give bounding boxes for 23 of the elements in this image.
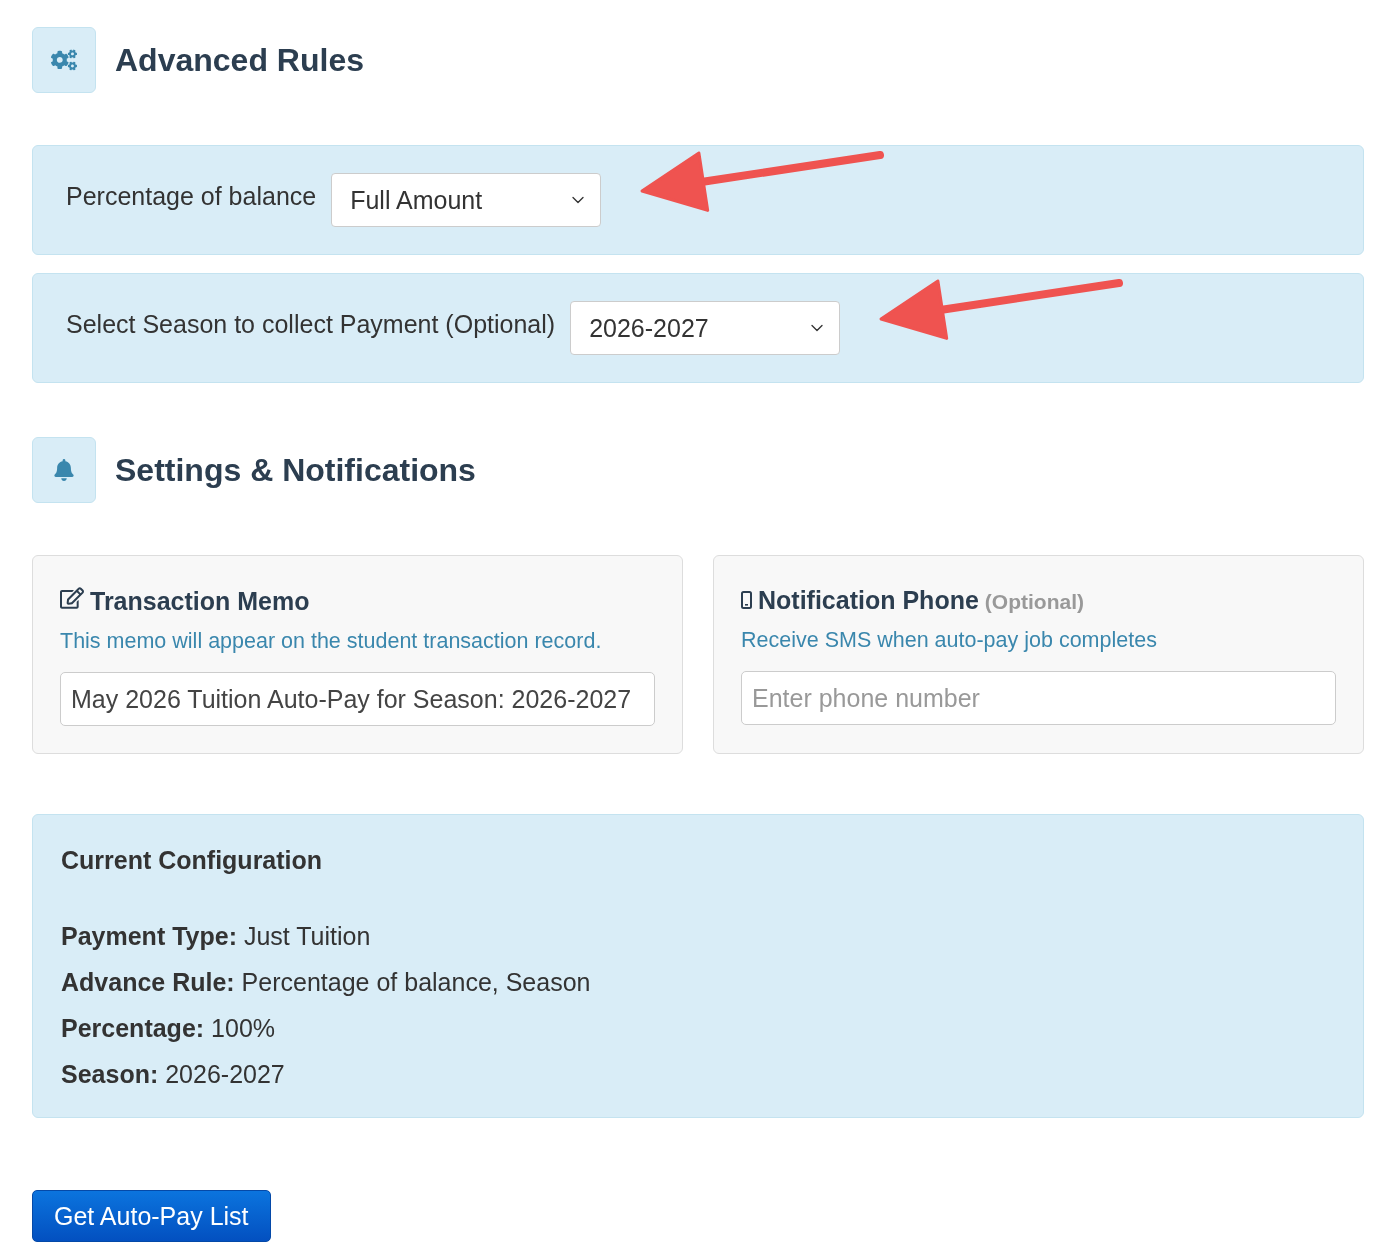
help-text: Receive SMS when auto-pay job completes	[741, 628, 1158, 653]
help-text: This memo will appear on the student transaction record.	[60, 629, 603, 654]
gears-icon	[32, 27, 96, 93]
section-title: Settings & Notifications	[115, 450, 476, 490]
rule-label: Select Season to collect Payment (Optional)	[66, 309, 556, 339]
configuration-line: Percentage: 100%	[61, 1013, 276, 1044]
configuration-line: Season: 2026-2027	[61, 1059, 286, 1090]
input-field[interactable]: May 2026 Tuition Auto-Pay for Season: 2026-2027	[60, 672, 655, 726]
input-field[interactable]: Enter phone number	[741, 671, 1336, 725]
configuration-line: Payment Type: Just Tuition	[61, 921, 372, 952]
section-title: Advanced Rules	[115, 40, 364, 80]
card-title: Transaction Memo	[90, 587, 310, 616]
card-title: Notification Phone	[758, 586, 979, 615]
dropdown-select[interactable]: Full Amount	[331, 173, 602, 227]
edit-icon	[60, 586, 84, 610]
dropdown-select[interactable]: 2026-2027	[570, 301, 841, 355]
bell-icon	[32, 437, 96, 503]
rule-label: Percentage of balance	[66, 181, 317, 211]
configuration-title: Current Configuration	[61, 846, 324, 875]
phone-icon	[741, 591, 752, 609]
optional-note: (Optional)	[984, 590, 1084, 614]
configuration-line: Advance Rule: Percentage of balance, Season	[61, 967, 592, 998]
get-list-button[interactable]: Get Auto-Pay List	[32, 1190, 271, 1242]
